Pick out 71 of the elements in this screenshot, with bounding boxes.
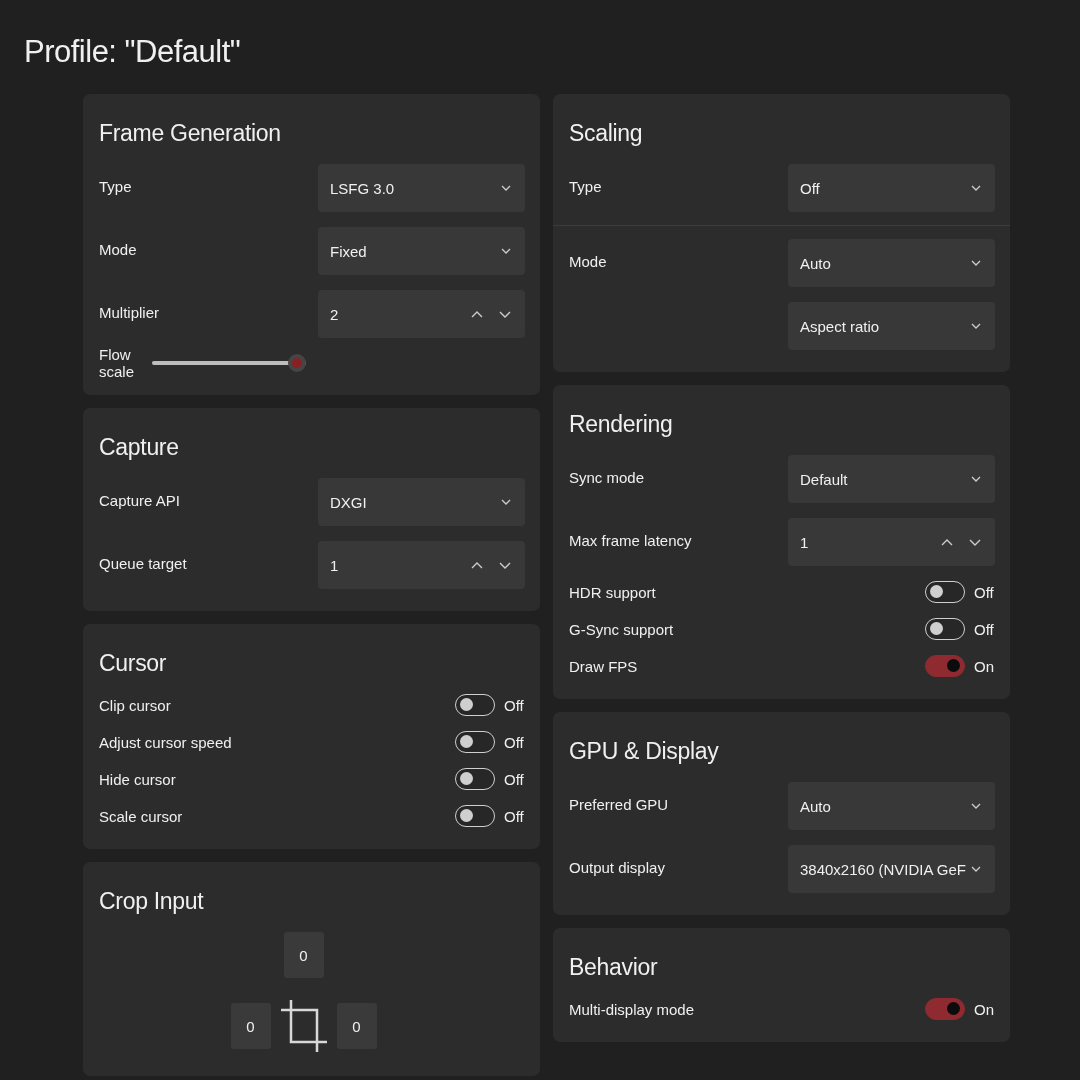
toggle-state: Off bbox=[974, 620, 994, 638]
dropdown[interactable]: Fixed bbox=[318, 227, 525, 275]
chevron-down-icon bbox=[501, 185, 511, 191]
chevron-down-icon bbox=[971, 185, 981, 191]
dropdown[interactable]: DXGI bbox=[318, 478, 525, 526]
dropdown[interactable]: Default bbox=[788, 455, 995, 503]
card-title: Rendering bbox=[569, 410, 674, 439]
profile-title: Profile: "Default" bbox=[23, 33, 242, 71]
setting-label: Flow scale bbox=[99, 346, 135, 380]
toggle-switch[interactable] bbox=[925, 655, 965, 677]
chevron-down-icon[interactable] bbox=[969, 538, 981, 546]
chevron-up-icon[interactable] bbox=[471, 310, 483, 318]
chevron-down-icon bbox=[501, 499, 511, 505]
chevron-down-icon bbox=[501, 248, 511, 254]
chevron-down-icon bbox=[971, 260, 981, 266]
setting-label: Type bbox=[569, 178, 602, 195]
toggle-state: Off bbox=[974, 583, 994, 601]
crop-left-field[interactable]: 0 bbox=[230, 1003, 271, 1049]
slider[interactable] bbox=[151, 353, 306, 373]
chevron-down-icon[interactable] bbox=[499, 561, 511, 569]
chevron-down-icon bbox=[971, 476, 981, 482]
setting-label: Draw FPS bbox=[569, 657, 638, 675]
setting-label: Capture API bbox=[99, 492, 180, 509]
card-title: Capture bbox=[99, 433, 180, 462]
card-title: GPU & Display bbox=[569, 737, 720, 766]
setting-label: Hide cursor bbox=[99, 770, 176, 788]
setting-label: Multi-display mode bbox=[569, 1000, 695, 1018]
setting-label: Output display bbox=[569, 859, 665, 876]
setting-label: Queue target bbox=[99, 555, 187, 572]
toggle-switch[interactable] bbox=[925, 998, 965, 1020]
setting-label: G-Sync support bbox=[569, 620, 674, 638]
toggle-state: Off bbox=[504, 770, 524, 788]
card-title: Scaling bbox=[569, 119, 644, 148]
toggle-state: On bbox=[974, 657, 994, 675]
chevron-up-icon[interactable] bbox=[941, 538, 953, 546]
card-title: Crop Input bbox=[99, 887, 205, 916]
dropdown[interactable]: Auto bbox=[788, 782, 995, 830]
setting-label: Mode bbox=[99, 241, 137, 258]
setting-label: HDR support bbox=[569, 583, 656, 601]
setting-label: Mode bbox=[569, 253, 607, 270]
card-title: Behavior bbox=[569, 953, 659, 982]
chevron-down-icon[interactable] bbox=[499, 310, 511, 318]
chevron-down-icon bbox=[971, 866, 981, 872]
crop-icon bbox=[278, 998, 329, 1054]
chevron-down-icon bbox=[971, 323, 981, 329]
setting-label: Type bbox=[99, 178, 132, 195]
toggle-state: Off bbox=[504, 696, 524, 714]
chevron-down-icon bbox=[971, 803, 981, 809]
dropdown[interactable]: Auto bbox=[788, 239, 995, 287]
setting-label: Multiplier bbox=[99, 304, 159, 321]
dropdown[interactable]: 3840x2160 (NVIDIA GeF bbox=[788, 845, 995, 893]
toggle-state: On bbox=[974, 1000, 994, 1018]
setting-label: Scale cursor bbox=[99, 807, 183, 825]
setting-label: Adjust cursor speed bbox=[99, 733, 232, 751]
toggle-state: Off bbox=[504, 733, 524, 751]
dropdown[interactable]: LSFG 3.0 bbox=[318, 164, 525, 212]
crop-right-field[interactable]: 0 bbox=[336, 1003, 377, 1049]
number-field[interactable]: 1 bbox=[318, 541, 525, 589]
dropdown[interactable]: Off bbox=[788, 164, 995, 212]
number-field[interactable]: 1 bbox=[788, 518, 995, 566]
crop-top-field[interactable]: 0 bbox=[283, 932, 324, 978]
setting-label: Preferred GPU bbox=[569, 796, 669, 813]
toggle-state: Off bbox=[504, 807, 524, 825]
number-field[interactable]: 2 bbox=[318, 290, 525, 338]
card-title: Cursor bbox=[99, 649, 168, 678]
setting-label: Max frame latency bbox=[569, 532, 692, 549]
setting-label: Sync mode bbox=[569, 469, 645, 486]
card-title: Frame Generation bbox=[99, 119, 282, 148]
chevron-up-icon[interactable] bbox=[471, 561, 483, 569]
dropdown[interactable]: Aspect ratio bbox=[788, 302, 995, 350]
setting-label: Clip cursor bbox=[99, 696, 171, 714]
